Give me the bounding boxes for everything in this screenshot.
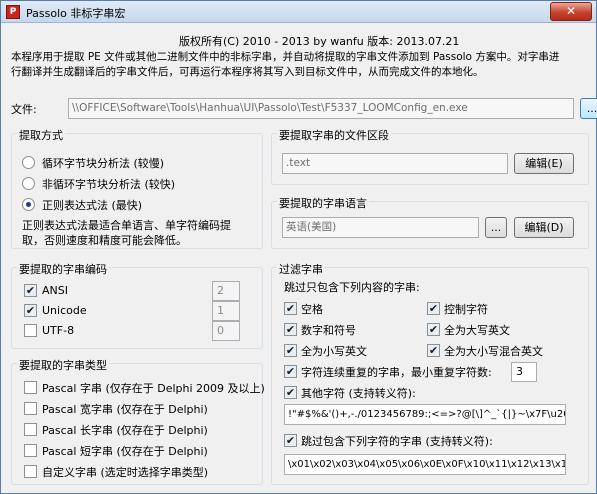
string-type-checkbox-3[interactable] — [24, 444, 37, 457]
encoding-value-2[interactable]: 0 — [212, 321, 240, 341]
file-label: 文件: — [11, 103, 37, 116]
filter-other-input[interactable]: !"#$%&'()+,-./0123456789:;<=>?@[\]^_`{|}… — [284, 404, 566, 425]
filter-label-1[interactable]: 控制字符 — [444, 301, 488, 317]
filter-skip-input[interactable]: \x01\x02\x03\x04\x05\x06\x0E\x0F\x10\x11… — [284, 454, 566, 475]
encoding-checkbox-2[interactable] — [24, 324, 37, 337]
encoding-value-1[interactable]: 1 — [212, 301, 240, 321]
encoding-title: 要提取的字串编码 — [17, 261, 109, 277]
file-path-input[interactable]: \\OFFICE\Software\Tools\Hanhua\UI\Passol… — [68, 98, 574, 119]
encoding-label-1[interactable]: Unicode — [42, 304, 87, 317]
encoding-checkbox-0[interactable]: ✔ — [24, 284, 37, 297]
filter-skip-checkbox[interactable]: ✔ — [284, 434, 297, 447]
main-window: P Passolo 非标字串宏 ✕ 版权所有(C) 2010 - 2013 by… — [0, 0, 597, 494]
extract-method-radio-0[interactable] — [22, 156, 35, 169]
extract-method-label-0[interactable]: 循环字节块分析法 (较慢) — [42, 155, 164, 171]
extract-method-radio-1[interactable] — [22, 177, 35, 190]
filter-skip-label[interactable]: 跳过包含下列字符的字串 (支持转义符): — [301, 433, 493, 449]
filter-checkbox-5[interactable]: ✔ — [427, 344, 440, 357]
title-bar[interactable]: P Passolo 非标字串宏 ✕ — [1, 1, 596, 23]
filter-label-3[interactable]: 全为大写英文 — [444, 322, 510, 338]
description-line-2: 行翻译并生成翻译后的字串文件后，可再运行本程序将其写入到目标文件中，从而完成文件… — [11, 66, 484, 78]
string-type-checkbox-1[interactable] — [24, 402, 37, 415]
filter-checkbox-1[interactable]: ✔ — [427, 302, 440, 315]
file-section-title: 要提取字串的文件区段 — [277, 127, 391, 143]
string-type-checkbox-0[interactable] — [24, 381, 37, 394]
language-browse-button[interactable]: ... — [485, 217, 507, 238]
filter-label-5[interactable]: 全为大小写混合英文 — [444, 343, 543, 359]
filter-repeat-label[interactable]: 字符连续重复的字串，最小重复字符数: — [301, 364, 492, 380]
filter-checkbox-0[interactable]: ✔ — [284, 302, 297, 315]
string-type-checkbox-4[interactable] — [24, 465, 37, 478]
file-section-edit-button[interactable]: 编辑(E) — [514, 153, 574, 174]
app-icon: P — [6, 5, 20, 19]
filter-title: 过滤字串 — [277, 261, 325, 277]
string-type-label-0[interactable]: Pascal 字串 (仅存在于 Delphi 2009 及以上) — [42, 380, 265, 396]
extract-method-label-2[interactable]: 正则表达式法 (最快) — [42, 197, 142, 213]
filter-repeat-count-input[interactable]: 3 — [511, 362, 537, 382]
string-type-label-3[interactable]: Pascal 短字串 (仅存在于 Delphi) — [42, 443, 208, 459]
description-line-1: 本程序用于提取 PE 文件或其他二进制文件中的非标字串，并自动将提取的字串文件添… — [11, 51, 560, 63]
string-type-checkbox-2[interactable] — [24, 423, 37, 436]
encoding-label-0[interactable]: ANSI — [42, 284, 68, 297]
file-browse-button[interactable]: ... — [580, 98, 597, 119]
string-type-label-1[interactable]: Pascal 宽字串 (仅存在于 Delphi) — [42, 401, 208, 417]
filter-other-checkbox[interactable]: ✔ — [284, 386, 297, 399]
extract-method-note-1: 正则表达式法最适合单语言、单字符编码提 — [22, 219, 231, 232]
encoding-checkbox-1[interactable]: ✔ — [24, 304, 37, 317]
copyright-text: 版权所有(C) 2010 - 2013 by wanfu 版本: 2013.07… — [179, 35, 460, 48]
string-type-label-4[interactable]: 自定义字串 (选定时选择字串类型) — [42, 464, 208, 480]
language-title: 要提取的字串语言 — [277, 195, 369, 211]
filter-label-0[interactable]: 空格 — [301, 301, 323, 317]
string-type-label-2[interactable]: Pascal 长字串 (仅存在于 Delphi) — [42, 422, 208, 438]
filter-label-2[interactable]: 数字和符号 — [301, 322, 356, 338]
filter-checkbox-3[interactable]: ✔ — [427, 323, 440, 336]
file-section-input[interactable]: .text — [282, 153, 508, 174]
language-edit-button[interactable]: 编辑(D) — [514, 217, 574, 238]
encoding-label-2[interactable]: UTF-8 — [42, 324, 74, 337]
filter-other-label[interactable]: 其他字符 (支持转义符): — [301, 385, 416, 401]
filter-repeat-checkbox[interactable]: ✔ — [284, 365, 297, 378]
language-input[interactable]: 英语(美国) — [282, 217, 479, 238]
window-title: Passolo 非标字串宏 — [26, 7, 126, 20]
string-types-title: 要提取的字串类型 — [17, 357, 109, 373]
filter-subtitle: 跳过只包含下列内容的字串: — [284, 281, 420, 294]
extract-method-radio-2[interactable] — [22, 198, 35, 211]
close-button[interactable]: ✕ — [550, 2, 592, 21]
filter-checkbox-2[interactable]: ✔ — [284, 323, 297, 336]
filter-label-4[interactable]: 全为小写英文 — [301, 343, 367, 359]
filter-checkbox-4[interactable]: ✔ — [284, 344, 297, 357]
extract-method-label-1[interactable]: 非循环字节块分析法 (较快) — [42, 176, 175, 192]
extract-method-title: 提取方式 — [17, 127, 65, 143]
extract-method-note-2: 取，否则速度和精度可能会降低。 — [22, 234, 187, 247]
encoding-value-0[interactable]: 2 — [212, 281, 240, 301]
